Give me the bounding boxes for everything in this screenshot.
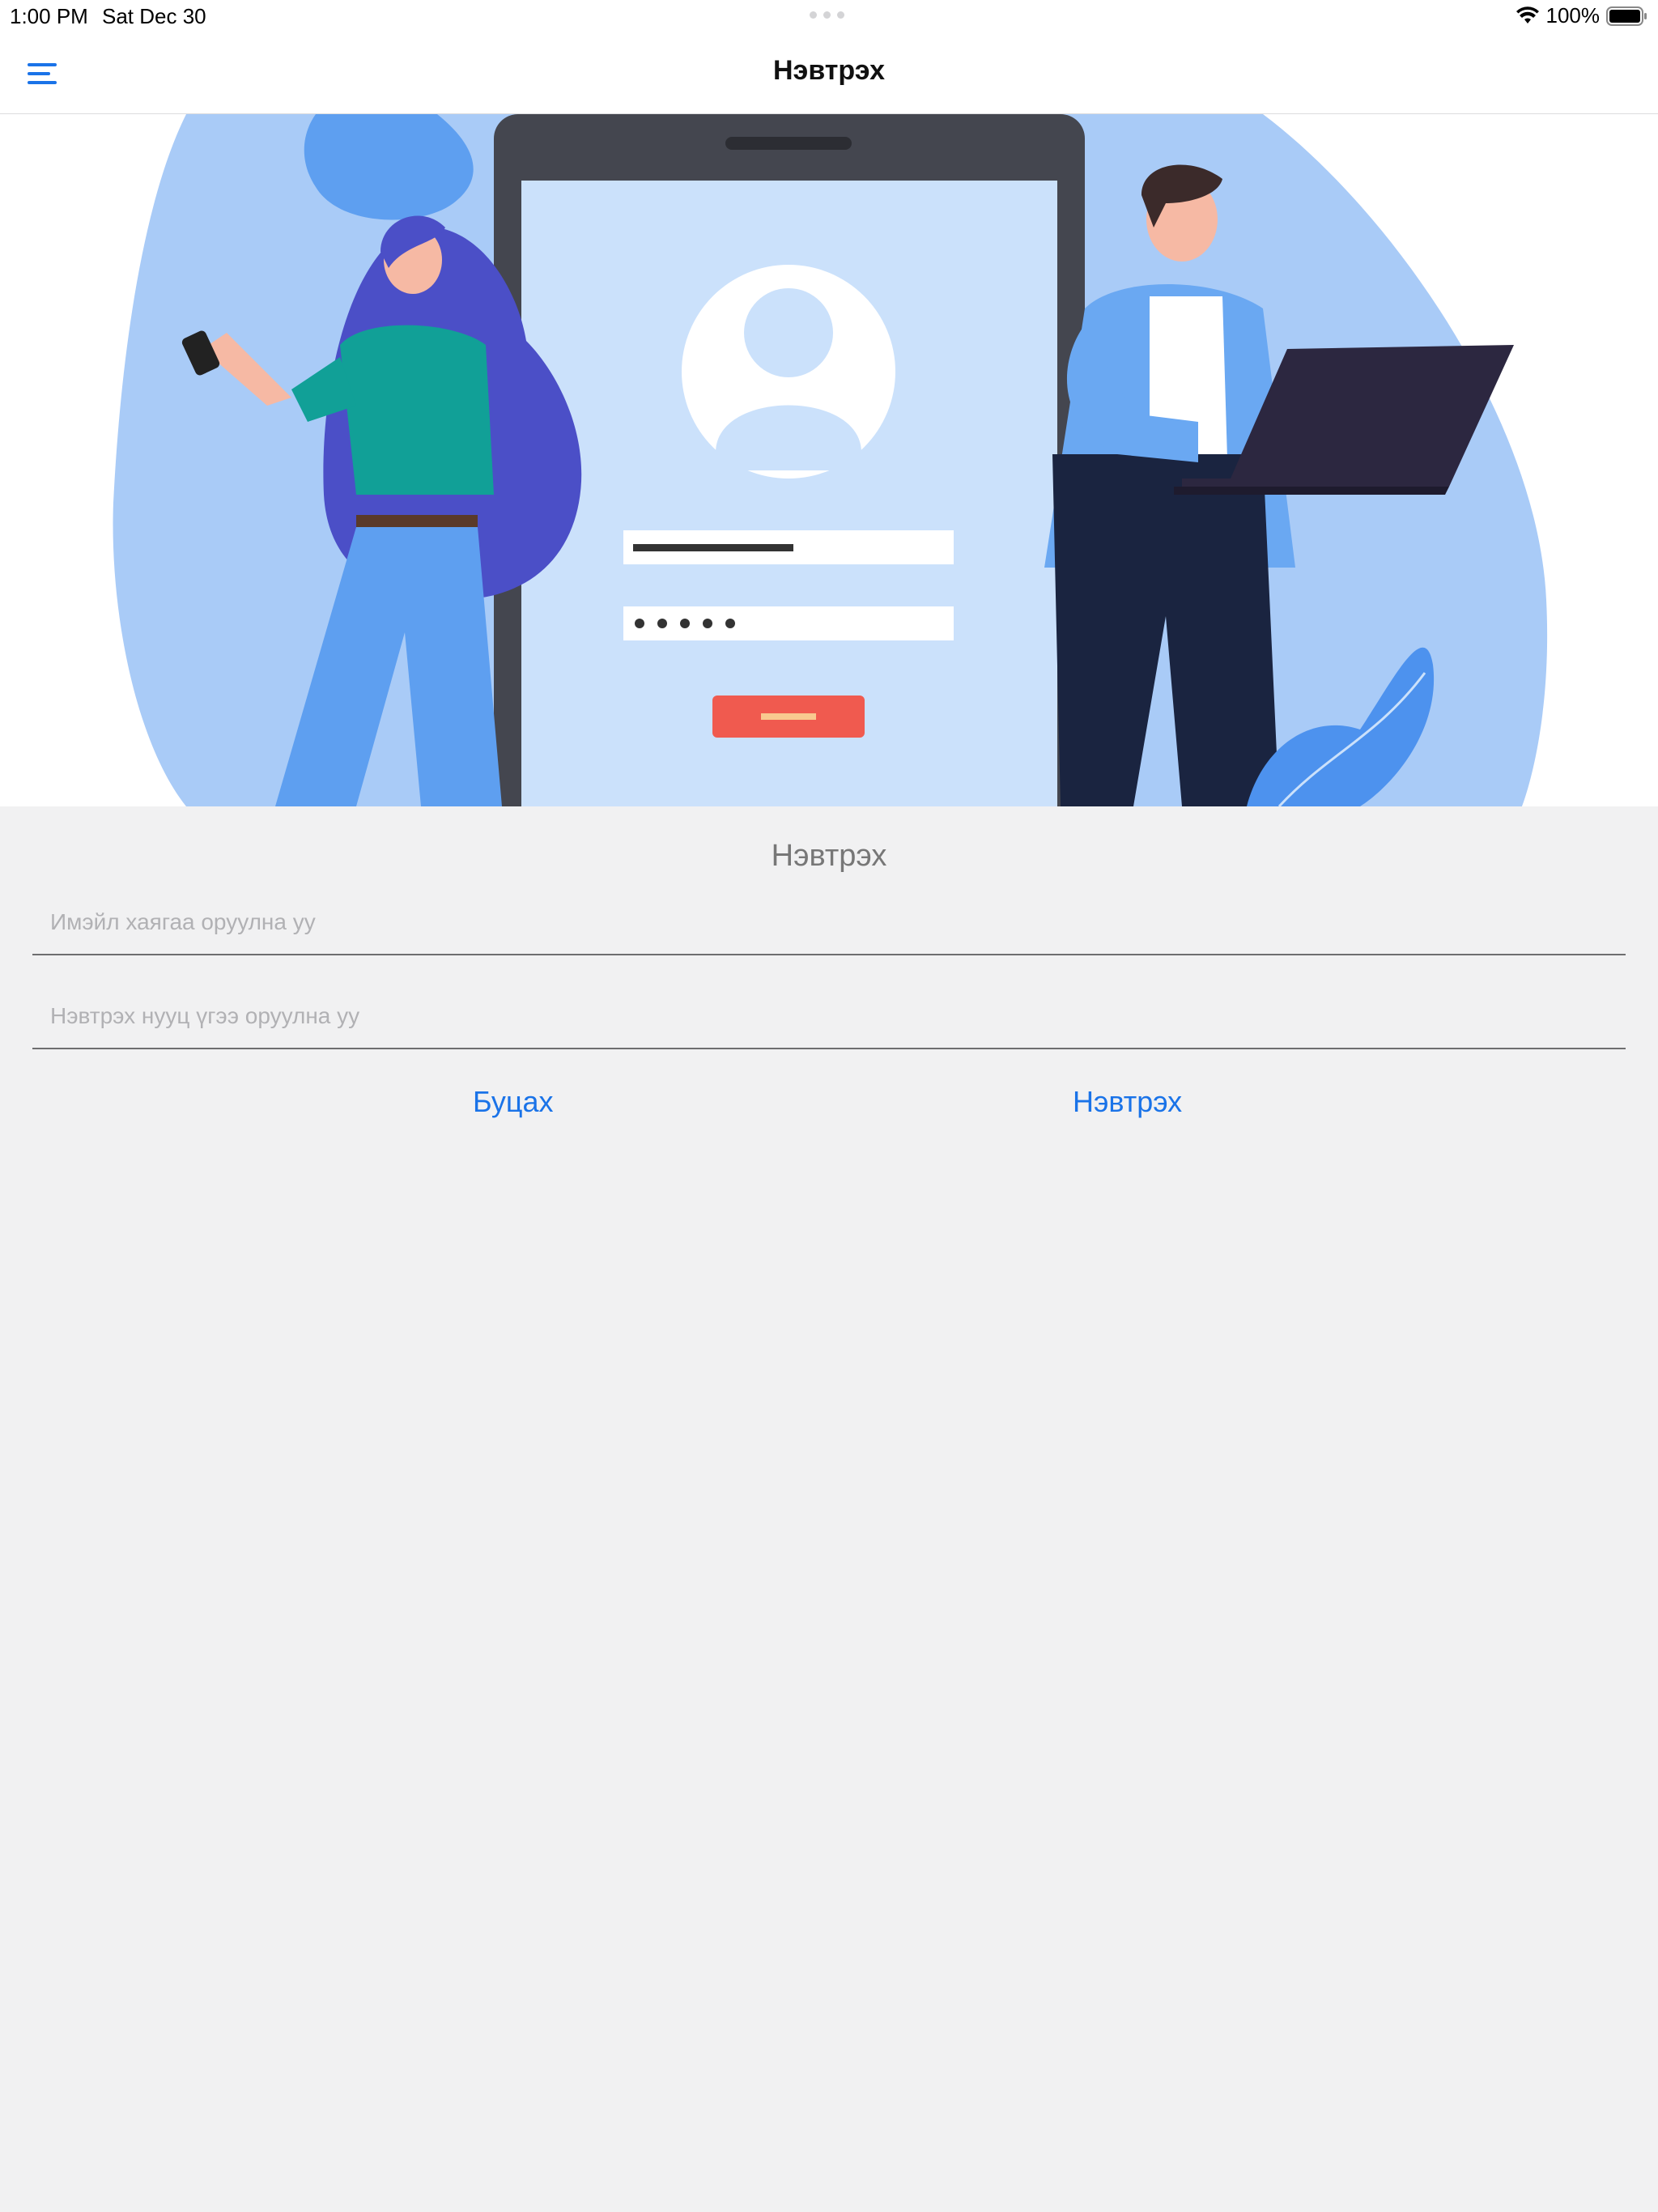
nav-title: Нэвтрэх <box>773 55 885 86</box>
status-bar: 1:00 PM Sat Dec 30 100% <box>0 0 1658 32</box>
status-time: 1:00 PM <box>10 4 88 28</box>
back-button[interactable]: Буцах <box>473 1085 553 1119</box>
password-field[interactable] <box>32 983 1626 1049</box>
navigation-bar: Нэвтрэх <box>0 32 1658 114</box>
status-indicators: 100% <box>1516 3 1649 28</box>
status-date: Sat Dec 30 <box>102 4 206 28</box>
battery-percentage: 100% <box>1545 3 1601 28</box>
email-field[interactable] <box>32 889 1626 955</box>
email-input[interactable] <box>49 897 1590 947</box>
wifi-icon <box>1516 6 1539 23</box>
form-title: Нэвтрэх <box>771 839 887 873</box>
password-input[interactable] <box>49 991 1590 1041</box>
illustration-graphic <box>113 114 1548 806</box>
multitask-icon[interactable] <box>810 11 844 19</box>
login-illustration <box>0 114 1658 806</box>
login-button[interactable]: Нэвтрэх <box>1073 1085 1182 1119</box>
battery-icon <box>1606 6 1647 26</box>
